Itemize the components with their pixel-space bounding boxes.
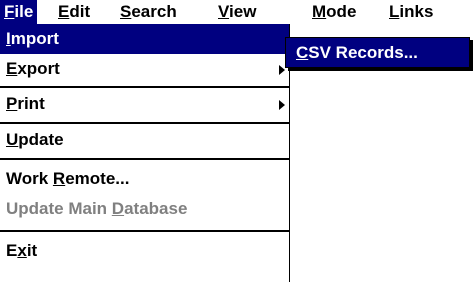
- submenu-arrow-icon: [279, 100, 285, 110]
- menu-edit[interactable]: Edit: [54, 0, 94, 24]
- menu-separator: [0, 86, 289, 88]
- menu-item-update-main-database: Update Main Database: [6, 199, 188, 218]
- menu-item-print-label: Print: [6, 94, 45, 113]
- menu-item-import[interactable]: Import: [0, 24, 289, 54]
- menu-item-work-remote[interactable]: Work Remote...: [0, 164, 289, 194]
- menu-bar: File Edit Search View Mode Links: [0, 0, 476, 24]
- menu-mode[interactable]: Mode: [308, 0, 360, 24]
- menu-file[interactable]: File: [0, 0, 38, 24]
- menu-item-update[interactable]: Update: [0, 125, 289, 155]
- menu-search[interactable]: Search: [116, 0, 181, 24]
- file-menu-dropdown: Import Export Print Update Work Remote..…: [0, 24, 290, 282]
- menu-separator: [0, 158, 289, 160]
- menu-links[interactable]: Links: [385, 0, 437, 24]
- import-submenu: CSV Records...: [285, 37, 470, 68]
- menu-item-csv-records[interactable]: CSV Records...: [286, 38, 469, 67]
- menu-separator: [0, 122, 289, 124]
- menu-separator: [0, 230, 289, 232]
- menu-view[interactable]: View: [214, 0, 260, 24]
- menu-item-export-label: Export: [6, 59, 60, 78]
- menu-item-print[interactable]: Print: [0, 89, 289, 119]
- menu-item-export[interactable]: Export: [0, 54, 289, 84]
- menu-item-exit[interactable]: Exit: [0, 236, 289, 266]
